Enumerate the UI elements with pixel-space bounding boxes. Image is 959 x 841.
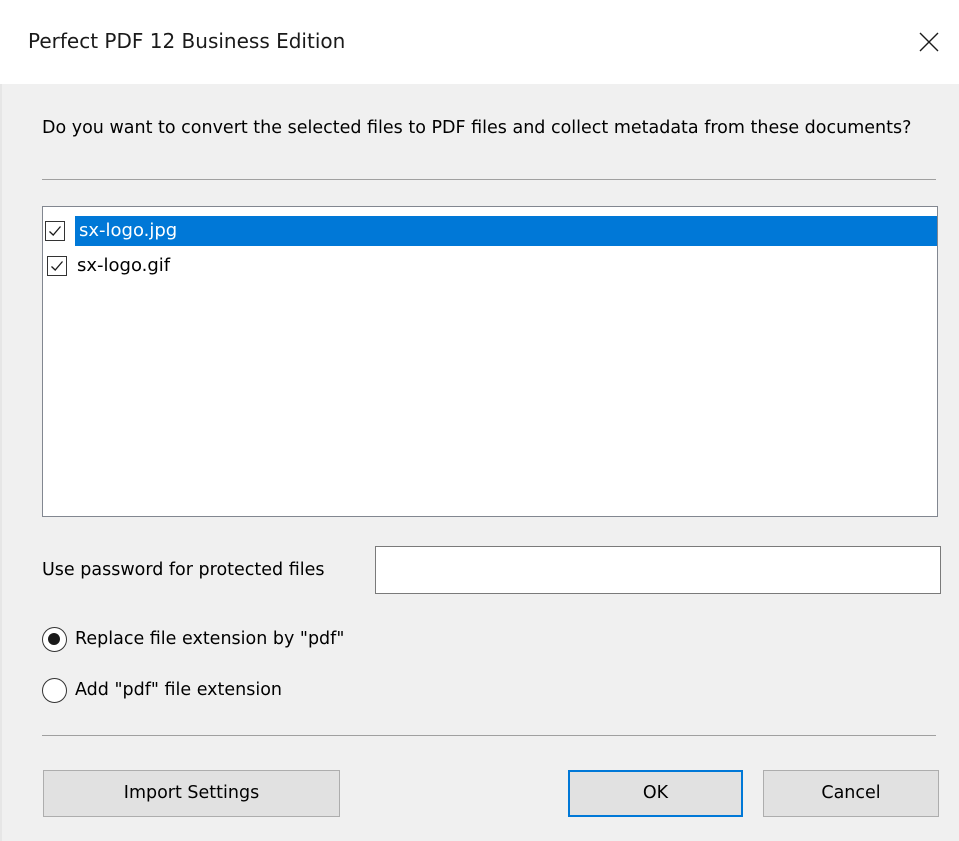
dialog-window: Perfect PDF 12 Business Edition Do you w…	[0, 0, 959, 841]
file-name: sx-logo.jpg	[75, 216, 178, 246]
password-label: Use password for protected files	[42, 560, 325, 580]
password-input[interactable]	[375, 546, 941, 594]
file-row-gif[interactable]: sx-logo.gif	[46, 251, 938, 281]
window-title: Perfect PDF 12 Business Edition	[28, 29, 346, 53]
top-separator	[42, 179, 936, 180]
question-text: Do you want to convert the selected file…	[42, 118, 912, 138]
import-settings-button[interactable]: Import Settings	[43, 770, 340, 817]
window-edge	[0, 84, 2, 841]
radio-label: Add "pdf" file extension	[75, 680, 283, 700]
radio-label: Replace file extension by "pdf"	[75, 629, 345, 649]
bottom-separator	[42, 735, 936, 736]
radio-button[interactable]	[42, 678, 67, 703]
radio-dot	[48, 633, 60, 645]
title-bar[interactable]: Perfect PDF 12 Business Edition	[0, 6, 959, 84]
radio-button-selected[interactable]	[42, 627, 67, 652]
file-checkbox-gif[interactable]	[47, 256, 67, 276]
cancel-button[interactable]: Cancel	[763, 770, 939, 817]
ok-button[interactable]: OK	[568, 770, 743, 817]
checkmark-icon	[49, 226, 61, 236]
file-name: sx-logo.gif	[77, 255, 171, 276]
checkmark-icon	[51, 261, 63, 271]
file-list[interactable]: sx-logo.jpg sx-logo.gif	[42, 206, 938, 517]
close-button[interactable]	[905, 19, 951, 65]
close-icon	[919, 32, 939, 52]
file-checkbox-jpg[interactable]	[45, 221, 65, 241]
file-row-jpg[interactable]: sx-logo.jpg	[45, 216, 937, 246]
